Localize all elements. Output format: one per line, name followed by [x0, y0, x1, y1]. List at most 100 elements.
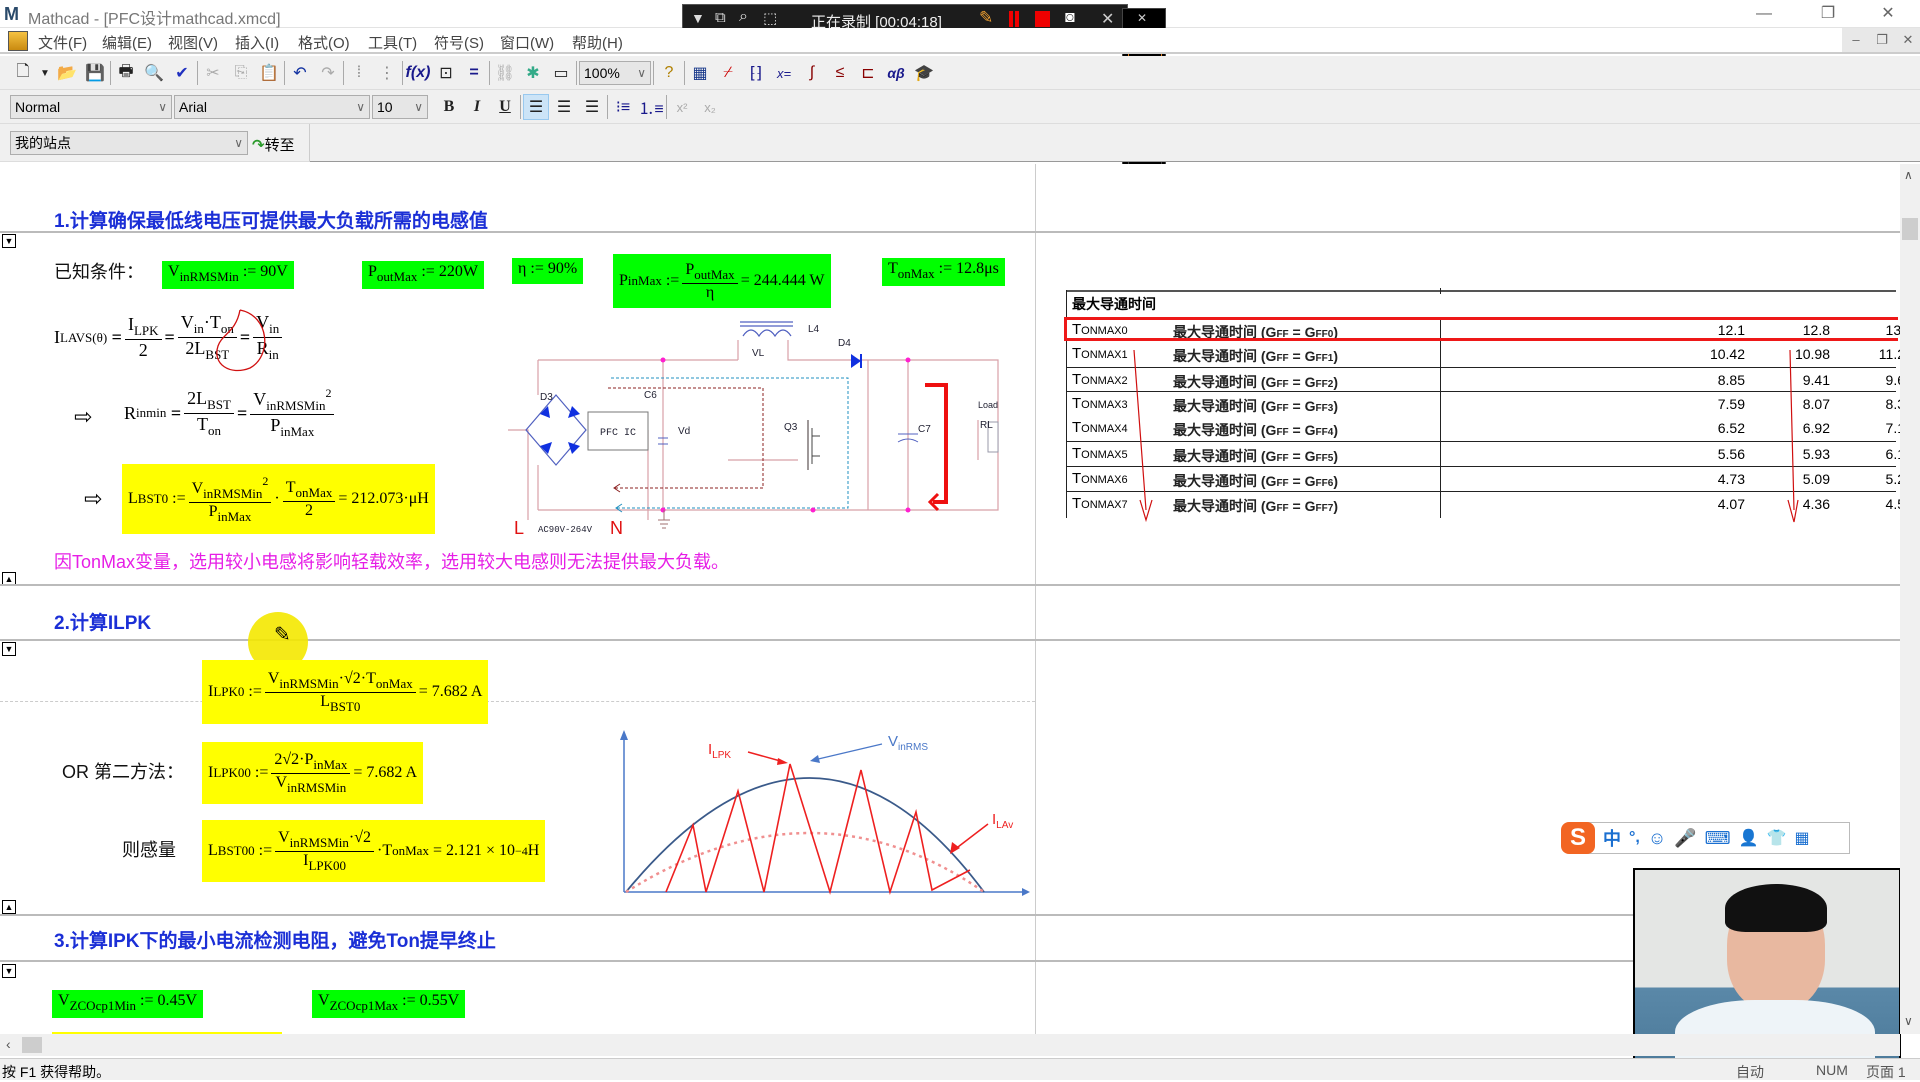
user-icon[interactable]: 👤 [1739, 828, 1759, 848]
symbolic-icon[interactable]: 🎓 [911, 60, 937, 86]
recorder-stop-icon[interactable] [1035, 11, 1050, 27]
lbst00-equation[interactable]: L BST00 := VinRMSMin·√2 ILPK00 ·T onMax = 2… [202, 820, 546, 882]
bullet-list-icon[interactable]: ⁝≡ [610, 94, 636, 120]
efficiency-definition[interactable]: η := 90% [512, 258, 584, 284]
recorder-window-icon[interactable]: ⧉ [715, 9, 726, 26]
toolbox-icon[interactable]: ▦ [1794, 828, 1809, 848]
goto-button[interactable]: ↷转至 [252, 134, 295, 155]
rinmin-equation[interactable]: Rinmin = 2LBST Ton = VinRMSMin2 PinMax [124, 386, 337, 440]
minimize-button[interactable]: — [1736, 0, 1792, 28]
align-across-icon[interactable]: ⁞ [346, 60, 372, 86]
superscript-button[interactable]: x² [669, 94, 695, 120]
insert-hyperlink-icon[interactable]: ⛓ [492, 60, 518, 86]
underline-button[interactable]: U [492, 94, 518, 120]
font-select[interactable]: Arial ∨ [174, 95, 370, 119]
zoom-select[interactable]: 100% ∨ [579, 61, 651, 85]
close-button[interactable]: ✕ [1860, 0, 1916, 28]
print-icon[interactable]: 🖶 [113, 60, 139, 86]
ilpk00-equation[interactable]: I LPK00 := 2√2·PinMax VinRMSMin = 7.682 A [202, 742, 424, 804]
matrix-icon[interactable]: ⁅⁆ [743, 60, 769, 86]
collapse-region-icon[interactable]: ▼ [2, 642, 16, 656]
menu-insert[interactable]: 插入(I) [235, 32, 279, 53]
recorder-menu-icon[interactable]: ▼ [691, 10, 705, 26]
save-icon[interactable]: 💾 [82, 60, 108, 86]
open-icon[interactable]: 📂 [54, 60, 80, 86]
align-right-icon[interactable]: ☰ [579, 94, 605, 120]
recorder-region-icon[interactable]: ⬚ [763, 9, 777, 27]
recorder-camera-icon[interactable]: ◙ [1065, 9, 1075, 27]
menu-edit[interactable]: 编辑(E) [102, 32, 152, 53]
new-dropdown-icon[interactable]: ▼ [38, 60, 52, 86]
ton-max-definition[interactable]: TonMax := 12.8μs [882, 258, 1005, 286]
undo-icon[interactable]: ↶ [287, 60, 313, 86]
numbered-list-icon[interactable]: ⒈≡ [638, 94, 664, 120]
new-icon[interactable]: 🗋 [10, 60, 36, 86]
collapse-region-icon[interactable]: ▼ [2, 964, 16, 978]
menu-file[interactable]: 文件(F) [38, 32, 87, 53]
hscroll-thumb[interactable] [22, 1037, 42, 1053]
menu-symbolics[interactable]: 符号(S) [434, 32, 484, 53]
ime-language-toggle[interactable]: 中 [1603, 825, 1621, 851]
doc-minimize-button[interactable]: – [1842, 28, 1870, 52]
ilpk0-equation[interactable]: I LPK0 := VinRMSMin·√2·TonMax LBST0 = 7.68… [202, 660, 489, 724]
insert-unit-icon[interactable]: ⊡ [433, 60, 459, 86]
spellcheck-icon[interactable]: ✔ [169, 60, 195, 86]
doc-restore-button[interactable]: ❐ [1868, 28, 1896, 52]
component-wizard-icon[interactable]: ✱ [520, 60, 546, 86]
programming-icon[interactable]: ⊏ [855, 60, 881, 86]
lbst0-equation[interactable]: L BST0 := VinRMSMin2 PinMax · TonMax 2 = 212… [122, 464, 435, 534]
vzc-max-definition[interactable]: VZCOcp1Max := 0.55V [312, 990, 466, 1018]
pin-max-definition[interactable]: PinMax := PoutMax η = 244.444 W [613, 254, 831, 308]
vertical-scrollbar[interactable]: ∧ ∨ [1900, 164, 1920, 1034]
font-size-select[interactable]: 10 ∨ [372, 95, 428, 119]
align-down-icon[interactable]: ⋮ [374, 60, 400, 86]
recorder-pause-icon[interactable] [1009, 11, 1019, 27]
menu-window[interactable]: 窗口(W) [500, 32, 554, 53]
cut-icon[interactable]: ✂ [200, 60, 226, 86]
bold-button[interactable]: B [436, 94, 462, 120]
scroll-down-icon[interactable]: ∨ [1904, 1014, 1913, 1028]
menu-format[interactable]: 格式(O) [298, 32, 350, 53]
paste-icon[interactable]: 📋 [256, 60, 282, 86]
redo-icon[interactable]: ↷ [315, 60, 341, 86]
calculate-icon[interactable]: = [461, 60, 487, 86]
vzc-min-definition[interactable]: VZCOcp1Min := 0.45V [52, 990, 204, 1018]
italic-button[interactable]: I [464, 94, 490, 120]
emoji-icon[interactable]: ☺ [1648, 828, 1666, 849]
scroll-left-icon[interactable]: ‹ [6, 1036, 11, 1052]
collapse-region-icon[interactable]: ▼ [2, 234, 16, 248]
keyboard-icon[interactable]: ⌨ [1705, 828, 1731, 849]
calculus-icon[interactable]: ∫ [799, 60, 825, 86]
copy-icon[interactable]: ⎘ [228, 60, 254, 86]
graph-icon[interactable]: ⌿ [715, 60, 741, 86]
evaluation-icon[interactable]: x= [771, 60, 797, 86]
ime-punctuation-toggle[interactable]: °, [1629, 829, 1640, 847]
greek-icon[interactable]: αβ [883, 60, 909, 86]
boolean-icon[interactable]: ≤ [827, 60, 853, 86]
print-preview-icon[interactable]: 🔍 [141, 60, 167, 86]
menu-view[interactable]: 视图(V) [168, 32, 218, 53]
style-select[interactable]: Normal ∨ [10, 95, 172, 119]
menu-help[interactable]: 帮助(H) [572, 32, 623, 53]
recorder-zoom-icon[interactable]: ⌕ [739, 8, 748, 26]
scroll-thumb[interactable] [1902, 218, 1918, 240]
align-left-icon[interactable]: ☰ [523, 94, 549, 120]
subscript-button[interactable]: x₂ [697, 94, 723, 120]
run-icon[interactable]: ▭ [548, 60, 574, 86]
site-select[interactable]: 我的站点 ∨ [10, 131, 248, 155]
recorder-close-icon[interactable]: ✕ [1101, 9, 1114, 29]
restore-button[interactable]: ❐ [1800, 0, 1856, 28]
align-center-icon[interactable]: ☰ [551, 94, 577, 120]
vin-min-definition[interactable]: VinRMSMin := 90V [162, 261, 294, 289]
microphone-icon[interactable]: 🎤 [1674, 828, 1696, 849]
horizontal-scrollbar[interactable]: ‹ [0, 1034, 1900, 1056]
skin-icon[interactable]: 👕 [1767, 828, 1787, 848]
help-icon[interactable]: ? [656, 60, 682, 86]
annotation-close-icon[interactable]: ✕ [1137, 11, 1147, 25]
pout-max-definition[interactable]: PoutMax := 220W [362, 261, 484, 289]
sogou-logo-icon[interactable]: S [1561, 822, 1595, 854]
recorder-pen-icon[interactable]: ✎ [979, 8, 993, 28]
expand-region-icon[interactable]: ▲ [2, 900, 16, 914]
calculator-icon[interactable]: ▦ [687, 60, 713, 86]
menu-tools[interactable]: 工具(T) [368, 32, 417, 53]
